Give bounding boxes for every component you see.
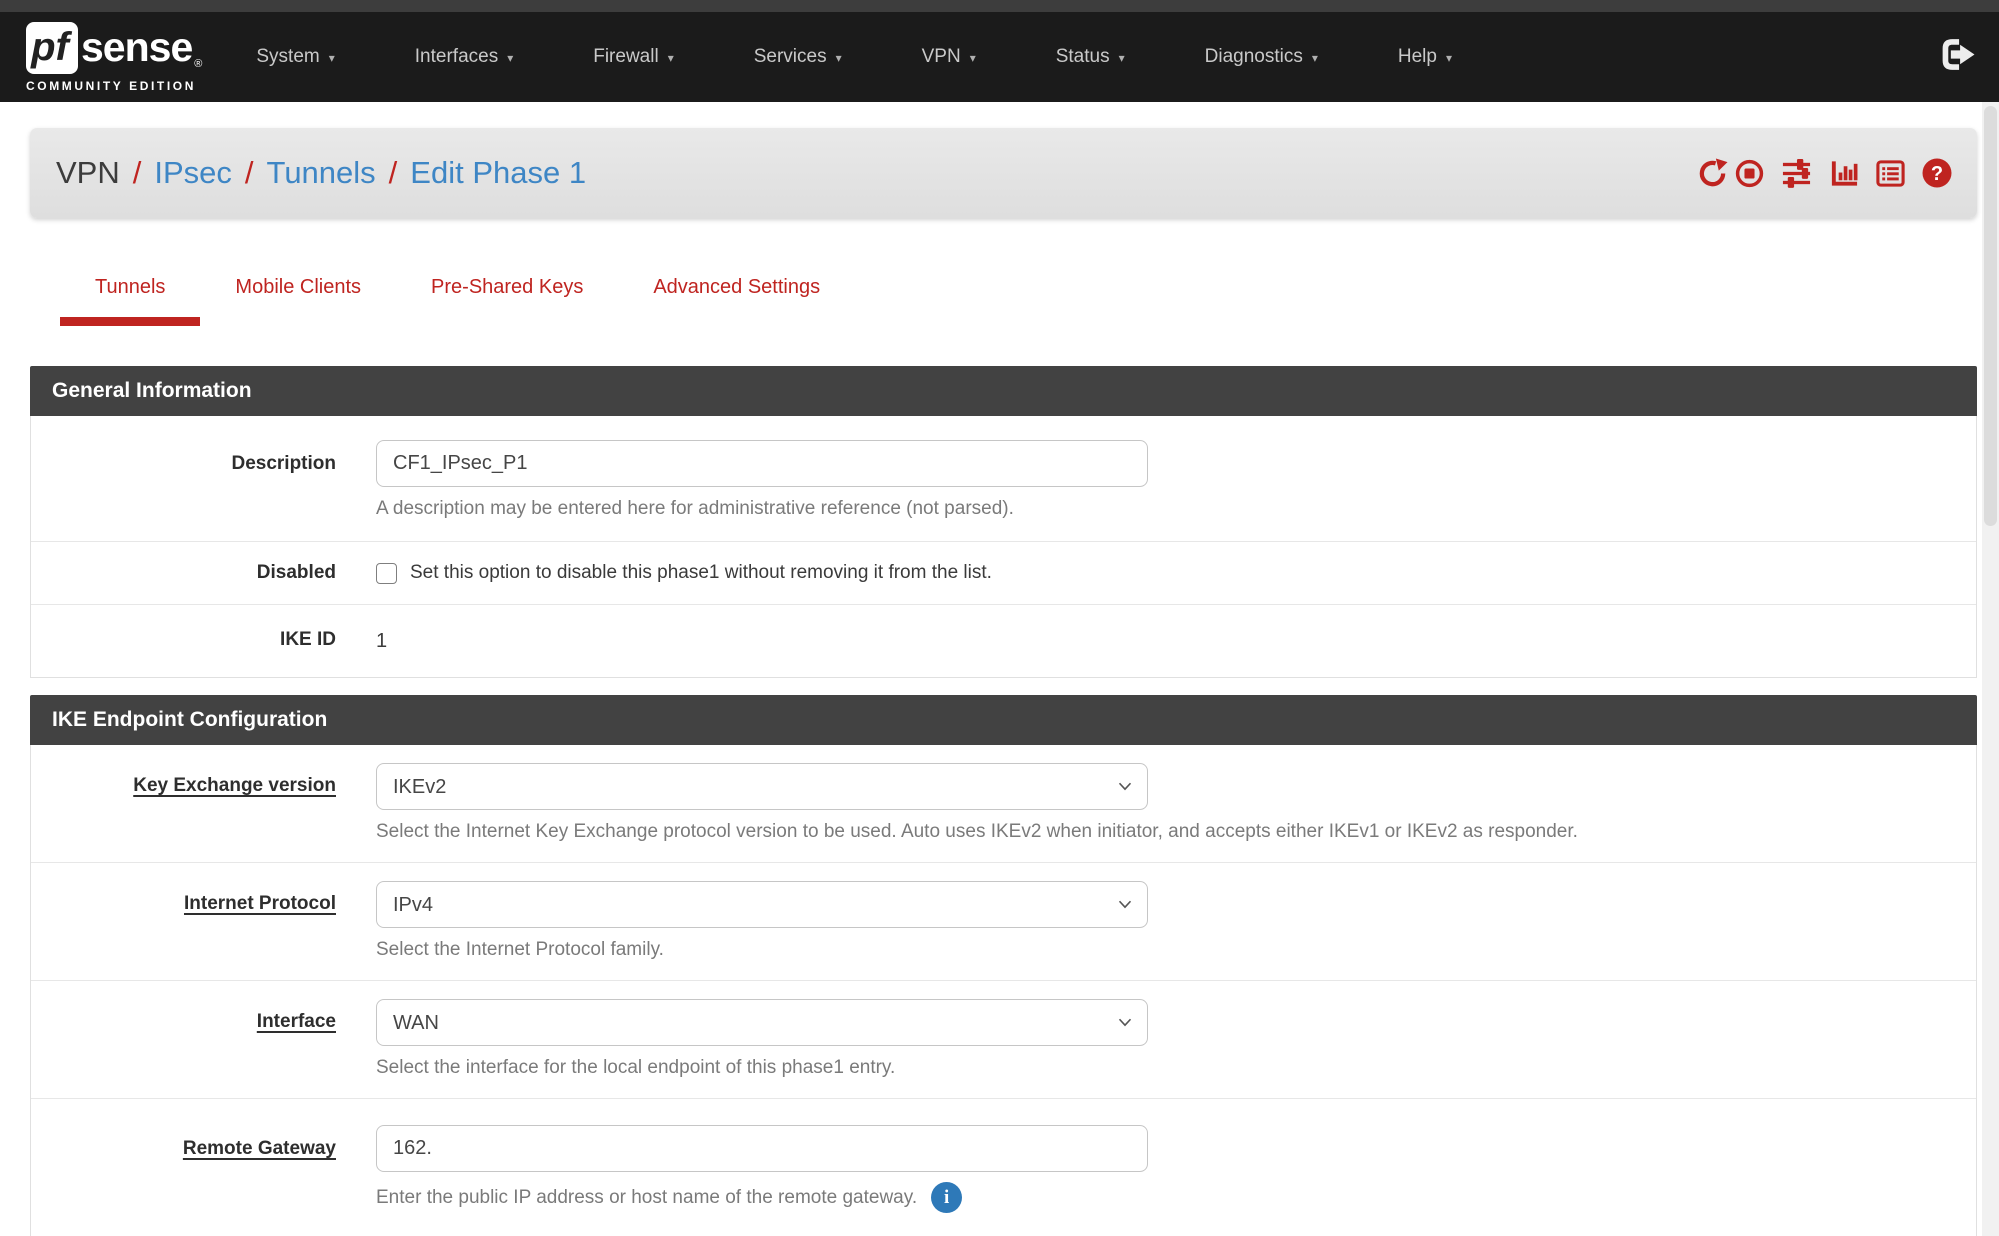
chevron-down-icon: ▾ [507,49,513,65]
menu-help[interactable]: Help ▾ [1358,46,1492,68]
tab-pre-shared-keys-label: Pre-Shared Keys [431,276,583,298]
chevron-down-icon: ▾ [668,49,674,65]
tab-pre-shared-keys[interactable]: Pre-Shared Keys [396,270,618,326]
svg-text:?: ? [1931,163,1943,185]
menu-system[interactable]: System ▾ [216,46,374,68]
page-scrollbar[interactable] [1982,102,1999,1236]
interface-help: Select the interface for the local endpo… [376,1056,1976,1080]
menu-diagnostics[interactable]: Diagnostics ▾ [1165,46,1358,68]
disabled-checkbox-text: Set this option to disable this phase1 w… [410,562,992,584]
breadcrumb-separator: / [245,155,254,191]
interface-label: Interface [257,1011,336,1032]
menu-status-label: Status [1056,46,1110,68]
menu-interfaces-label: Interfaces [415,46,498,68]
description-input[interactable] [376,440,1148,487]
chevron-down-icon: ▾ [1119,49,1125,65]
description-help: A description may be entered here for ad… [376,497,1976,521]
general-information-panel: General Information Description A descri… [30,366,1977,678]
remote-gateway-label: Remote Gateway [183,1138,336,1159]
menu-vpn-label: VPN [922,46,961,68]
ike-endpoint-configuration-panel: IKE Endpoint Configuration Key Exchange … [30,695,1977,1236]
pfsense-logo[interactable]: pf sense ® COMMUNITY EDITION [26,22,202,93]
breadcrumb-separator: / [133,155,142,191]
help-icon[interactable]: ? [1921,157,1953,189]
ike-id-row: IKE ID 1 [31,605,1976,677]
sign-out-icon [1938,38,1975,76]
menu-services[interactable]: Services ▾ [714,46,882,68]
chevron-down-icon: ▾ [970,49,976,65]
breadcrumb-link-ipsec[interactable]: IPsec [154,155,232,191]
tab-advanced-settings-label: Advanced Settings [653,276,820,298]
tab-tunnels[interactable]: Tunnels [60,270,200,326]
key-exchange-select[interactable]: IKEv2 [376,763,1148,810]
ike-id-value: 1 [376,629,1976,653]
tab-advanced-settings[interactable]: Advanced Settings [618,270,855,326]
tab-mobile-clients[interactable]: Mobile Clients [200,270,396,326]
menu-diagnostics-label: Diagnostics [1205,46,1303,68]
menu-status[interactable]: Status ▾ [1016,46,1165,68]
navbar-accent-strip [0,0,1999,12]
key-exchange-help: Select the Internet Key Exchange protoco… [376,820,1976,844]
breadcrumb-link-tunnels[interactable]: Tunnels [267,155,376,191]
tab-mobile-clients-label: Mobile Clients [235,276,361,298]
main-menu: System ▾ Interfaces ▾ Firewall ▾ Service… [216,46,1492,68]
breadcrumb-separator: / [389,155,398,191]
pfsense-logo-sense: sense [81,24,192,71]
community-edition-label: COMMUNITY EDITION [26,79,202,93]
logout-button[interactable] [1938,38,1975,76]
panel-title: General Information [30,366,1977,416]
disabled-label: Disabled [257,562,336,583]
chevron-down-icon: ▾ [836,49,842,65]
sliders-icon[interactable] [1780,158,1813,189]
chevron-down-icon: ▾ [1312,49,1318,65]
internet-protocol-help: Select the Internet Protocol family. [376,938,1976,962]
disabled-checkbox[interactable] [376,563,397,584]
menu-services-label: Services [754,46,827,68]
stop-icon[interactable] [1734,158,1765,189]
menu-firewall-label: Firewall [593,46,658,68]
interface-select[interactable]: WAN [376,999,1148,1046]
ike-id-label: IKE ID [280,629,336,650]
menu-vpn[interactable]: VPN ▾ [882,46,1016,68]
chevron-down-icon: ▾ [1446,49,1452,65]
registered-mark: ® [194,58,202,70]
internet-protocol-row: Internet Protocol IPv4 Select the Intern… [31,863,1976,981]
description-label: Description [231,453,336,474]
internet-protocol-select[interactable]: IPv4 [376,881,1148,928]
description-row: Description A description may be entered… [31,416,1976,542]
pfsense-logo-pf: pf [26,22,78,74]
info-icon[interactable]: i [931,1182,962,1213]
chevron-down-icon: ▾ [329,49,335,65]
bar-chart-icon[interactable] [1828,158,1860,189]
menu-firewall[interactable]: Firewall ▾ [553,46,713,68]
menu-help-label: Help [1398,46,1437,68]
breadcrumb-current[interactable]: Edit Phase 1 [410,155,586,191]
remote-gateway-input[interactable] [376,1125,1148,1172]
breadcrumb: VPN / IPsec / Tunnels / Edit Phase 1 [56,155,586,191]
tab-tunnels-label: Tunnels [95,276,165,298]
key-exchange-label: Key Exchange version [133,775,336,796]
tab-bar: Tunnels Mobile Clients Pre-Shared Keys A… [60,270,1977,326]
menu-system-label: System [256,46,319,68]
internet-protocol-label: Internet Protocol [184,893,336,914]
menu-interfaces[interactable]: Interfaces ▾ [375,46,553,68]
interface-row: Interface WAN Select the interface for t… [31,981,1976,1099]
list-icon[interactable] [1875,158,1906,189]
refresh-icon[interactable] [1697,158,1728,189]
breadcrumb-root: VPN [56,155,120,191]
scrollbar-thumb[interactable] [1984,106,1997,526]
panel-title: IKE Endpoint Configuration [30,695,1977,745]
disabled-row: Disabled Set this option to disable this… [31,542,1976,605]
key-exchange-row: Key Exchange version IKEv2 Select the In… [31,745,1976,863]
remote-gateway-row: Remote Gateway Enter the public IP addre… [31,1099,1976,1236]
top-navbar: pf sense ® COMMUNITY EDITION System ▾ In… [0,0,1999,102]
breadcrumb-bar: VPN / IPsec / Tunnels / Edit Phase 1 [30,128,1977,218]
remote-gateway-help: Enter the public IP address or host name… [376,1186,917,1210]
